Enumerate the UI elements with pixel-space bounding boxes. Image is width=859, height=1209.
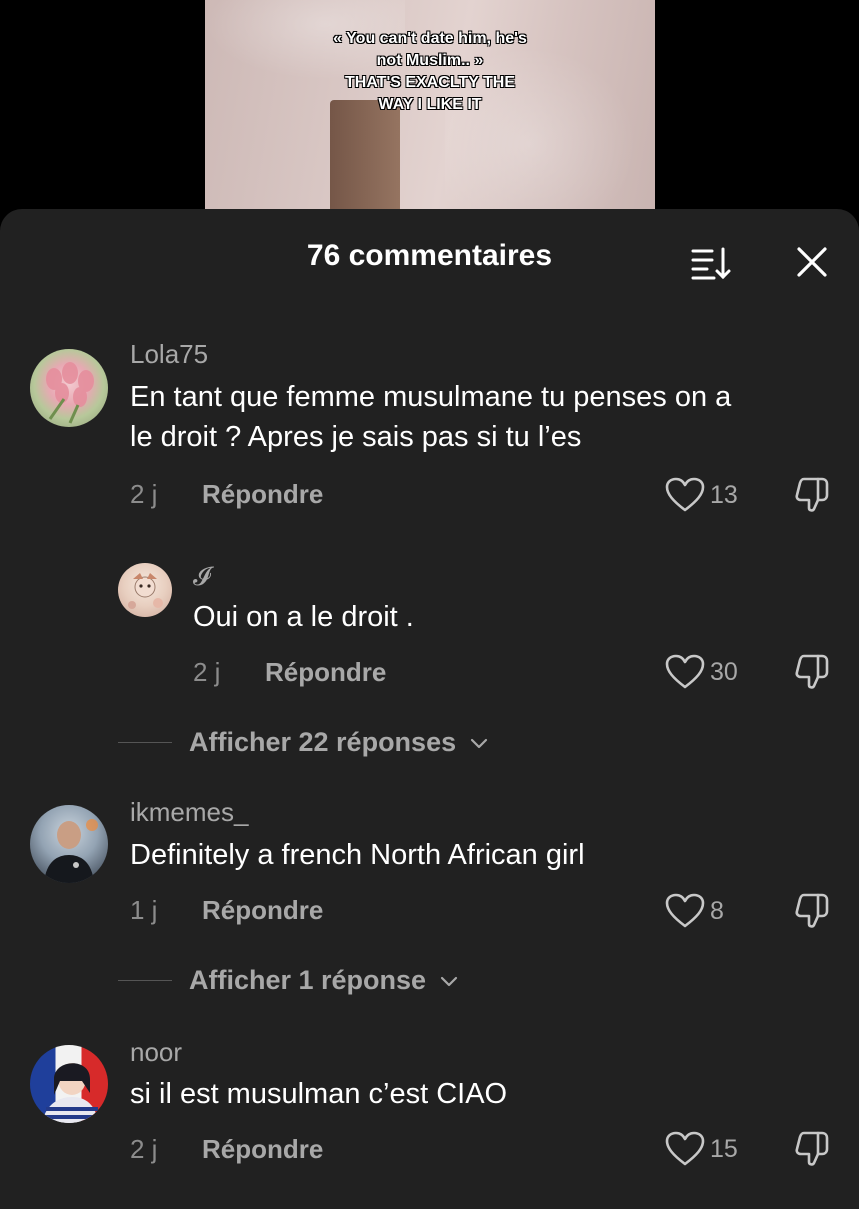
divider [118,980,172,981]
show-replies-label: Afficher 1 réponse [189,965,427,995]
comments-sheet: 76 commentaires Lola75 En tant que femme… [0,209,859,1209]
heart-icon[interactable] [665,1131,705,1167]
reply-button[interactable]: Répondre [202,895,323,926]
reply-button[interactable]: Répondre [202,1134,323,1165]
comment-text: Oui on a le droit . [193,597,833,637]
like-count: 15 [710,1135,738,1163]
heart-icon[interactable] [665,893,705,929]
comment-text-line: Definitely a french North African girl [130,839,585,871]
close-icon[interactable] [795,245,829,279]
show-replies-button[interactable]: Afficher 1 réponse [189,965,458,996]
comment-time: 2 j [130,1134,158,1164]
heart-icon[interactable] [665,477,705,513]
sort-icon[interactable] [690,245,732,281]
chevron-down-icon [470,738,487,748]
dislike-icon[interactable] [792,652,832,692]
comment-username[interactable]: 𝓘 [193,561,211,593]
caption-line: not Muslim.. » [376,52,484,69]
caption-line: THAT'S EXACLTY THE [344,74,516,91]
video-preview[interactable]: « You can't date him, he's not Muslim.. … [205,0,655,209]
comment-time: 2 j [130,479,158,509]
comment-text: En tant que femme musulmane tu penses on… [130,377,840,457]
like-count: 8 [710,897,724,925]
dislike-icon[interactable] [792,475,832,515]
comment-time: 2 j [193,657,221,687]
dislike-icon[interactable] [792,891,832,931]
like-count: 13 [710,481,738,509]
comment-username[interactable]: noor [130,1037,182,1068]
comment-text-line: En tant que femme musulmane tu penses on… [130,381,732,413]
avatar[interactable] [30,1045,108,1123]
comment-text-line: le droit ? Apres je sais pas si tu l’es [130,421,582,453]
reply-button[interactable]: Répondre [202,479,323,510]
video-object [330,100,400,209]
reply-button[interactable]: Répondre [265,657,386,688]
dislike-icon[interactable] [792,1129,832,1169]
comment-time: 1 j [130,895,158,925]
show-replies-button[interactable]: Afficher 22 réponses [189,727,488,758]
comment-text: Definitely a french North African girl [130,835,840,875]
like-count: 30 [710,658,738,686]
show-replies-label: Afficher 22 réponses [189,727,457,757]
heart-icon[interactable] [665,654,705,690]
comment-text: si il est musulman c’est CIAO [130,1074,840,1114]
divider [118,742,172,743]
avatar[interactable] [118,563,172,617]
avatar[interactable] [30,349,108,427]
comment-text-line: Oui on a le droit . [193,601,414,633]
caption-line: « You can't date him, he's [333,30,527,47]
comment-text-line: si il est musulman c’est CIAO [130,1078,508,1110]
avatar[interactable] [30,805,108,883]
caption-line: WAY I LIKE IT [378,96,482,113]
comment-username[interactable]: ikmemes_ [130,797,248,828]
video-caption: « You can't date him, he's not Muslim.. … [205,28,655,116]
comment-username[interactable]: Lola75 [130,339,208,370]
chevron-down-icon [440,976,457,986]
